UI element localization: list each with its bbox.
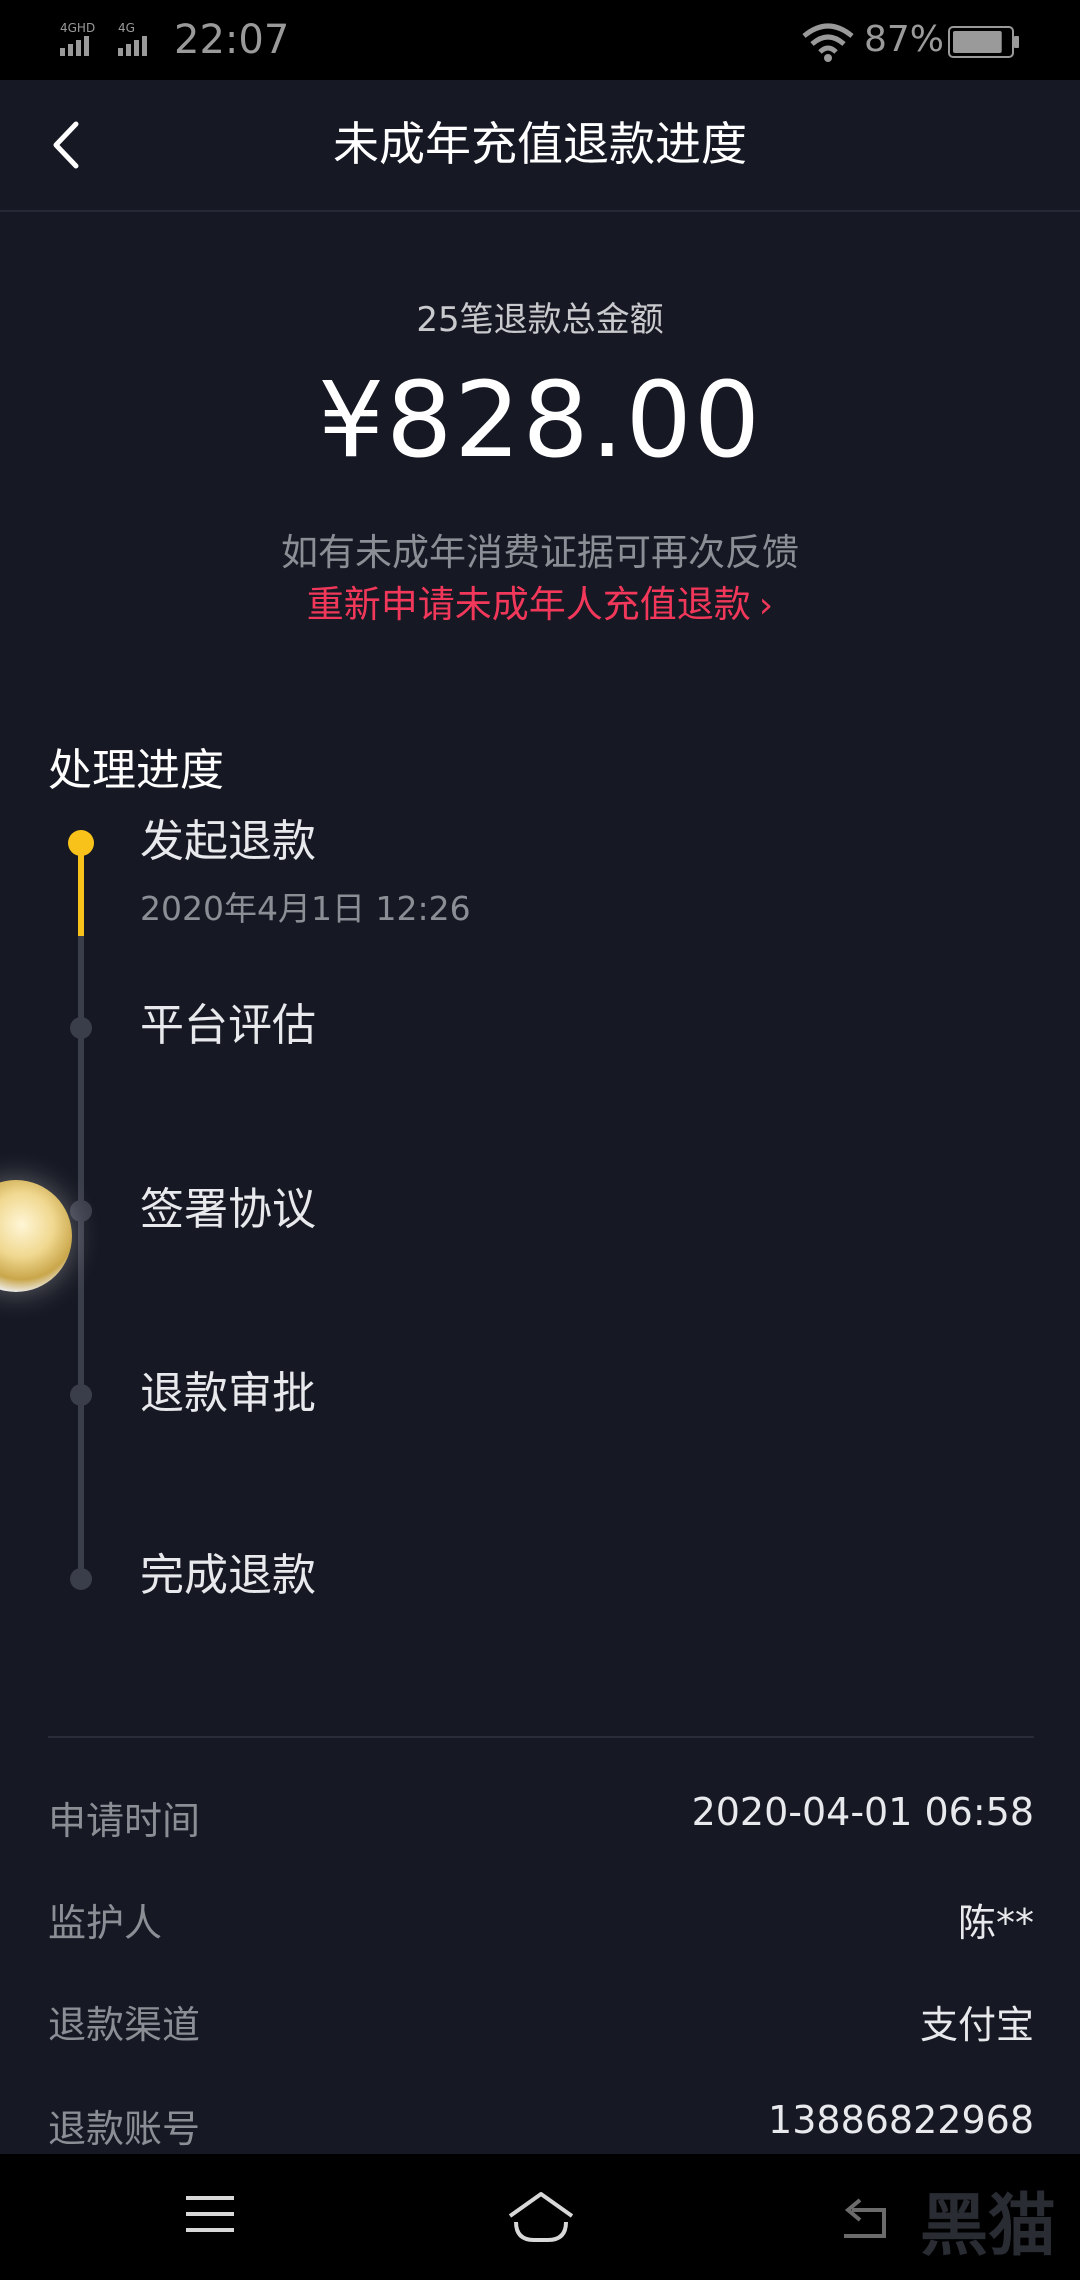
- info-value: 2020-04-01 06:58: [691, 1790, 1034, 1834]
- step-label: 完成退款: [140, 1550, 316, 1601]
- reapply-refund-label: 重新申请未成年人充值退款: [306, 583, 751, 626]
- timeline-dot: [70, 1384, 92, 1406]
- back-icon[interactable]: [834, 2190, 894, 2244]
- info-value: 支付宝: [919, 2003, 1034, 2047]
- header: 未成年充值退款进度: [0, 80, 1080, 212]
- watermark-logo: 黑猫: [920, 2187, 1057, 2266]
- info-label: 申请时间: [48, 1799, 201, 1843]
- wifi-icon: [802, 23, 854, 62]
- divider: [48, 1736, 1034, 1738]
- home-icon[interactable]: [506, 2190, 576, 2244]
- battery-percent: 87%: [864, 19, 945, 60]
- page-title: 未成年充值退款进度: [333, 117, 747, 171]
- timeline-dot-active: [68, 830, 94, 856]
- network-label-2: 4G: [118, 21, 135, 35]
- progress-section-title: 处理进度: [48, 745, 224, 796]
- status-bar: 4GHD 4G 22:07 87%: [0, 0, 1080, 80]
- reapply-refund-link[interactable]: 重新申请未成年人充值退款 ›: [0, 574, 1080, 628]
- step-label: 退款审批: [140, 1368, 316, 1419]
- timeline-dot: [70, 1568, 92, 1590]
- timeline-dot: [70, 1200, 92, 1222]
- refund-count-label: 25笔退款总金额: [416, 300, 664, 340]
- chevron-right-icon: ›: [758, 585, 774, 626]
- timeline-dot: [70, 1017, 92, 1039]
- battery-icon: [948, 26, 1019, 58]
- refund-total-amount: ¥828.00: [317, 359, 763, 481]
- info-label: 监护人: [48, 1901, 163, 1945]
- timeline-active-line: [78, 842, 84, 936]
- feedback-note: 如有未成年消费证据可再次反馈: [281, 531, 799, 574]
- status-time: 22:07: [174, 17, 290, 63]
- signal-icon: 4GHD 4G: [60, 21, 147, 56]
- info-value: 13886822968: [768, 2098, 1034, 2142]
- info-value: 陈**: [957, 1901, 1034, 1945]
- floating-coin-icon[interactable]: [0, 1180, 72, 1292]
- network-label-1: 4GHD: [60, 21, 95, 35]
- menu-icon[interactable]: [184, 2190, 236, 2238]
- step-time: 2020年4月1日 12:26: [140, 889, 471, 928]
- info-label: 退款渠道: [48, 2003, 201, 2047]
- system-nav-bar: [0, 2154, 1080, 2280]
- step-label: 平台评估: [140, 1000, 316, 1051]
- step-label: 签署协议: [140, 1184, 316, 1235]
- info-label: 退款账号: [48, 2107, 201, 2151]
- step-label: 发起退款: [140, 816, 316, 867]
